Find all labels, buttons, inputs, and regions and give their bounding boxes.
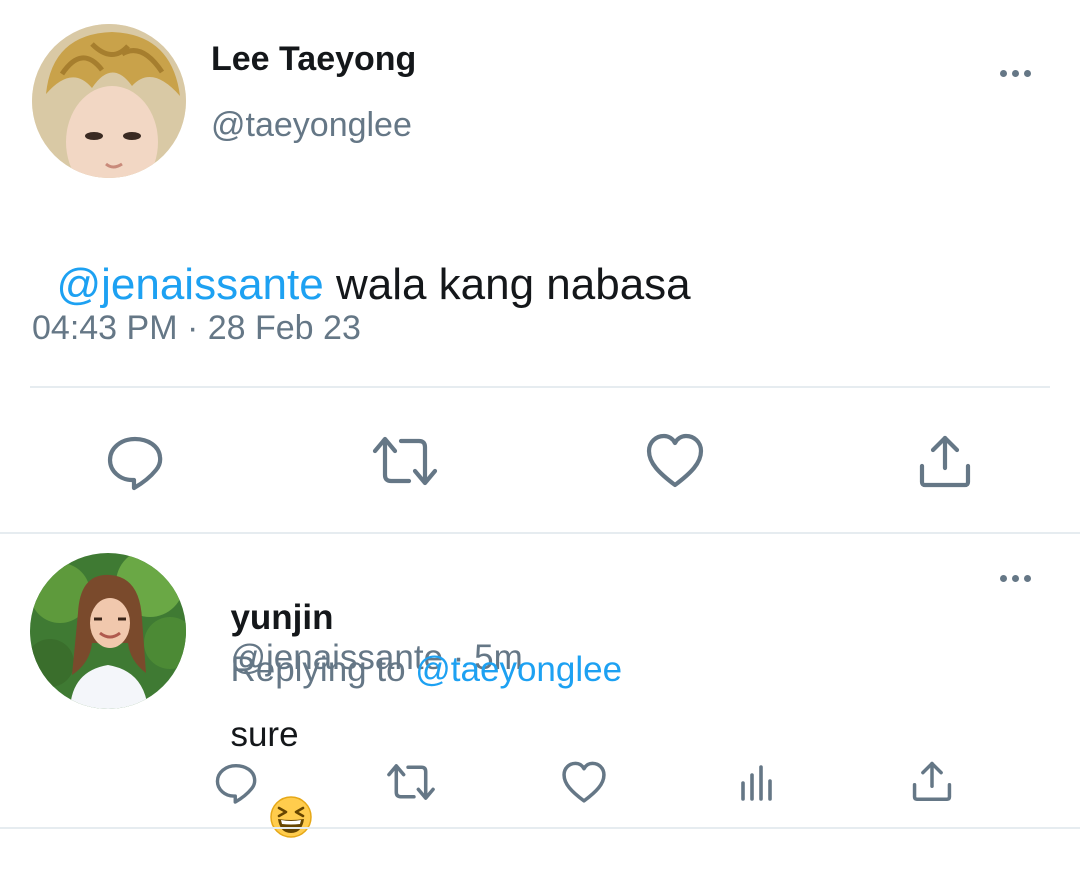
author-handle[interactable]: @taeyonglee <box>211 106 412 145</box>
replying-handle-link[interactable]: @taeyonglee <box>415 650 622 689</box>
tweet-timestamp[interactable]: 04:43 PM · 28 Feb 23 <box>32 309 361 348</box>
share-icon[interactable] <box>910 759 954 803</box>
analytics-icon[interactable] <box>738 763 778 803</box>
divider <box>0 827 1080 829</box>
divider <box>30 386 1050 388</box>
tweet-text: @jenaissante wala kang nabasa <box>32 210 691 310</box>
more-dots-icon[interactable] <box>1000 575 1031 582</box>
author-name[interactable]: Lee Taeyong <box>211 40 416 79</box>
like-icon[interactable] <box>561 761 607 804</box>
author-avatar[interactable] <box>32 24 186 178</box>
reply-icon[interactable] <box>104 430 166 492</box>
retweet-icon[interactable] <box>371 433 439 489</box>
reply-body: sure <box>230 715 299 754</box>
reply-icon[interactable] <box>213 759 259 805</box>
mention-link[interactable]: @jenaissante <box>56 260 323 309</box>
share-icon[interactable] <box>916 432 974 490</box>
tweet-body: wala kang nabasa <box>323 260 691 309</box>
like-icon[interactable] <box>645 433 705 489</box>
more-dots-icon[interactable] <box>1000 70 1031 77</box>
retweet-icon[interactable] <box>386 761 436 803</box>
divider <box>0 532 1080 534</box>
reply-author-avatar[interactable] <box>30 553 186 709</box>
